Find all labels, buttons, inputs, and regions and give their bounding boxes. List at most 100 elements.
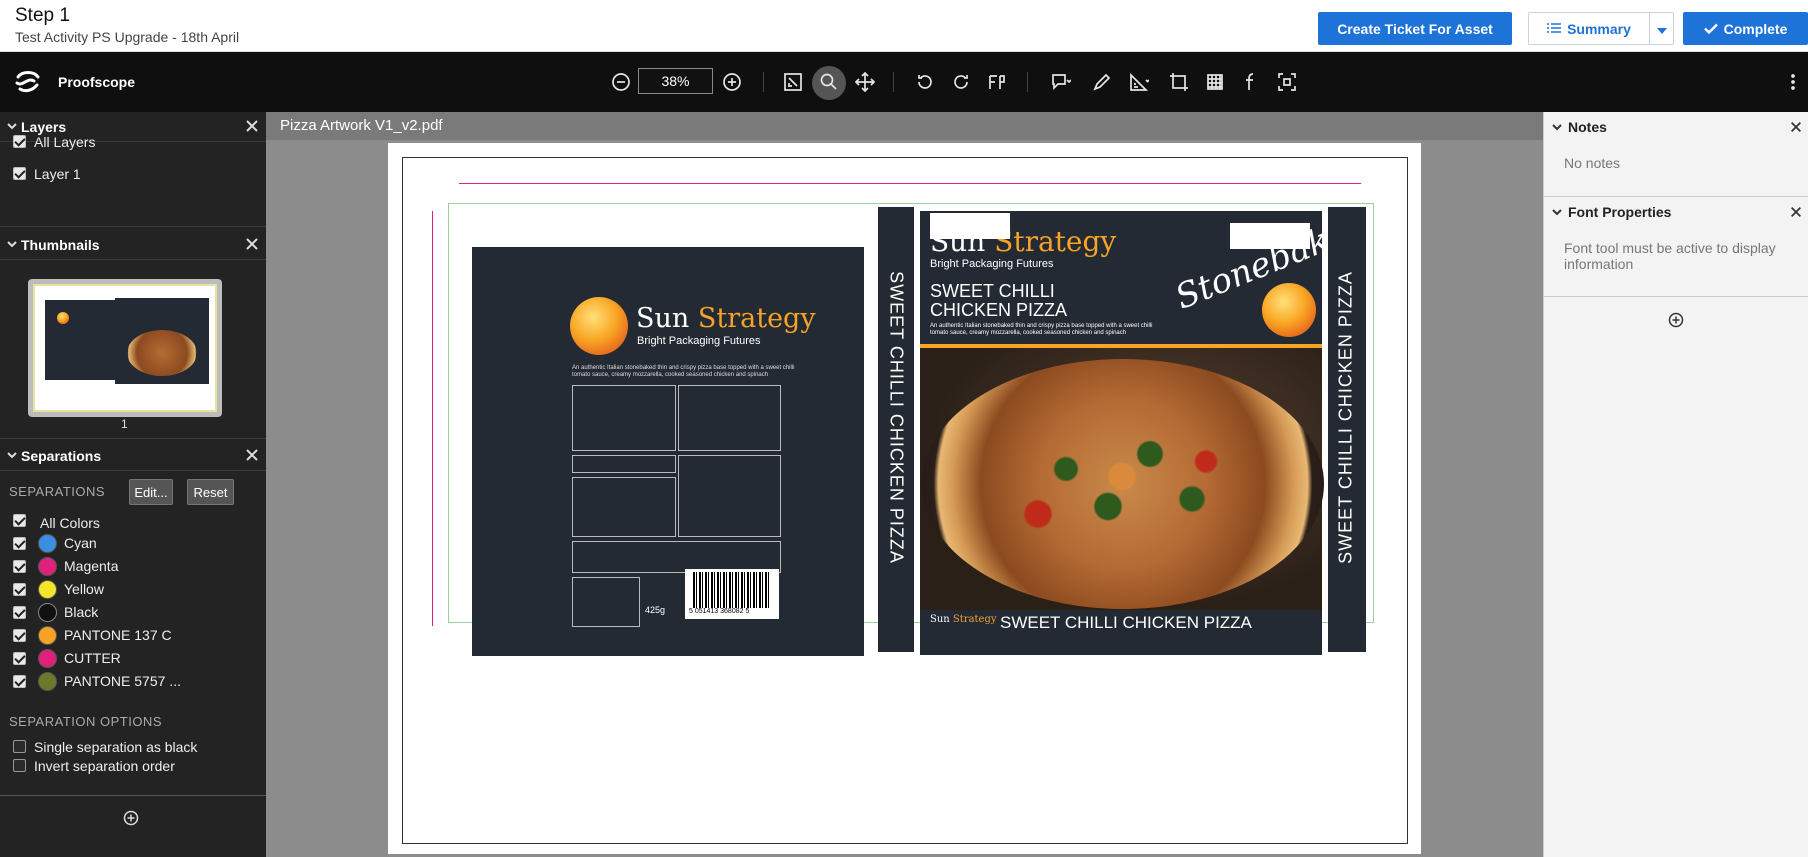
- single-separation-label: Single separation as black: [34, 739, 198, 755]
- magenta-swatch: [38, 557, 57, 576]
- bottom-brand: Sun Strategy: [930, 614, 997, 625]
- fit-page-icon[interactable]: [780, 69, 806, 95]
- back-brand-name: Sun Strategy: [636, 303, 816, 334]
- right-sidebar: Notes No notes Font Properties Font tool…: [1543, 112, 1808, 857]
- chevron-down-icon: [7, 241, 17, 248]
- summary-label: Summary: [1567, 20, 1631, 37]
- ingredients-box: [572, 385, 676, 451]
- pen-icon[interactable]: [1089, 69, 1115, 95]
- dimension-line: [432, 211, 433, 626]
- separations-panel-header[interactable]: Separations: [0, 441, 266, 471]
- brand-word-strategy: Strategy: [952, 614, 997, 625]
- panel-divider: [0, 226, 266, 227]
- separation-checkbox[interactable]: [13, 629, 26, 642]
- layer-checkbox[interactable]: [13, 135, 26, 148]
- separation-checkbox[interactable]: [13, 560, 26, 573]
- notes-empty-text: No notes: [1564, 155, 1621, 171]
- create-ticket-button[interactable]: Create Ticket For Asset: [1318, 12, 1512, 45]
- package-spine-left: SWEET CHILLI CHICKEN PIZZA: [878, 207, 914, 652]
- nutrition-table: [678, 385, 781, 451]
- edit-separations-button[interactable]: Edit...: [129, 479, 173, 505]
- layer-checkbox[interactable]: [13, 167, 26, 180]
- rotate-left-icon[interactable]: [912, 69, 938, 95]
- densitometer-icon[interactable]: [1202, 69, 1228, 95]
- thumbnails-title: Thumbnails: [21, 237, 100, 253]
- back-brand-tagline: Bright Packaging Futures: [637, 335, 761, 347]
- all-colors-checkbox[interactable]: [13, 514, 26, 527]
- flip-icon[interactable]: [984, 69, 1010, 95]
- add-panel-icon[interactable]: [1668, 312, 1684, 328]
- chevron-down-icon: [7, 452, 17, 459]
- close-icon[interactable]: [244, 236, 260, 252]
- reset-separations-button[interactable]: Reset: [187, 479, 234, 505]
- close-icon[interactable]: [244, 118, 260, 134]
- left-sidebar: Layers All Layers Layer 1 Thumbnails 1 S…: [0, 112, 266, 857]
- separation-label: Yellow: [64, 581, 104, 597]
- package-spine-right: SWEET CHILLI CHICKEN PIZZA: [1328, 207, 1366, 652]
- sun-logo: [570, 297, 628, 355]
- invert-order-checkbox[interactable]: [13, 759, 26, 772]
- chevron-down-icon: [7, 123, 17, 130]
- separation-label: PANTONE 5757 ...: [64, 673, 181, 689]
- single-separation-checkbox[interactable]: [13, 740, 26, 753]
- summary-button[interactable]: Summary: [1528, 12, 1650, 45]
- layers-title: Layers: [21, 119, 67, 135]
- chevron-down-icon: [1552, 209, 1562, 216]
- measure-icon[interactable]: [1126, 69, 1152, 95]
- separation-label: PANTONE 137 C: [64, 627, 172, 643]
- page-thumbnail[interactable]: [28, 279, 222, 417]
- pantone-5757-swatch: [38, 672, 57, 691]
- separation-checkbox[interactable]: [13, 537, 26, 550]
- thumbnails-panel-header[interactable]: Thumbnails: [0, 230, 266, 260]
- crop-box-icon[interactable]: [1166, 69, 1192, 95]
- close-icon[interactable]: [1789, 120, 1803, 134]
- package-front-panel: Sun Strategy Bright Packaging Futures SW…: [920, 204, 1374, 655]
- magnifier-icon[interactable]: [816, 69, 842, 95]
- toolbar-divider: [893, 72, 894, 92]
- separation-checkbox[interactable]: [13, 583, 26, 596]
- barcode-bars: [693, 572, 771, 608]
- separation-checkbox[interactable]: [13, 652, 26, 665]
- complete-button[interactable]: Complete: [1683, 12, 1808, 45]
- thumbnail-pizza: [127, 330, 197, 376]
- rotate-right-icon[interactable]: [948, 69, 974, 95]
- font-tool-icon[interactable]: [1237, 69, 1263, 95]
- package-back-panel: Sun Strategy Bright Packaging Futures An…: [472, 247, 864, 656]
- activity-subtitle: Test Activity PS Upgrade - 18th April: [15, 29, 240, 45]
- add-panel-icon[interactable]: [123, 810, 139, 826]
- annotation-comment-icon[interactable]: [1048, 69, 1074, 95]
- viewer-toolbar: Proofscope 38%: [0, 52, 1808, 112]
- font-properties-panel-header[interactable]: Font Properties: [1544, 197, 1808, 227]
- select-area-icon[interactable]: [1274, 69, 1300, 95]
- font-properties-title: Font Properties: [1568, 204, 1672, 220]
- document-page: Sun Strategy Bright Packaging Futures An…: [388, 143, 1421, 854]
- zoom-out-icon[interactable]: [608, 69, 634, 95]
- font-properties-message: Font tool must be active to display info…: [1564, 240, 1776, 272]
- notes-panel-header[interactable]: Notes: [1544, 112, 1808, 142]
- pizza-toppings: [982, 409, 1262, 559]
- thumbnail-sun-logo: [57, 312, 69, 324]
- front-product-line-1: SWEET CHILLI: [930, 281, 1055, 301]
- summary-dropdown-button[interactable]: [1649, 12, 1674, 45]
- zoom-in-icon[interactable]: [719, 69, 745, 95]
- separation-label: Magenta: [64, 558, 119, 574]
- proofscope-logo-icon: [14, 69, 42, 95]
- pan-icon[interactable]: [852, 69, 878, 95]
- bottom-product-name: SWEET CHILLI CHICKEN PIZZA: [1000, 613, 1252, 632]
- storage-box: [678, 455, 781, 537]
- file-name-tab: Pizza Artwork V1_v2.pdf: [266, 112, 1543, 140]
- separation-label: Cyan: [64, 535, 97, 551]
- yellow-swatch: [38, 580, 57, 599]
- close-icon[interactable]: [1789, 205, 1803, 219]
- zoom-level-input[interactable]: 38%: [638, 68, 713, 94]
- list-icon: [1547, 21, 1562, 37]
- chevron-down-icon: [1552, 124, 1562, 131]
- front-description: An authentic Italian stonebaked thin and…: [930, 323, 1153, 336]
- front-brand-tagline: Bright Packaging Futures: [930, 258, 1054, 270]
- more-options-icon[interactable]: [1780, 69, 1806, 95]
- separation-checkbox[interactable]: [13, 606, 26, 619]
- front-label-left: [930, 213, 1010, 239]
- front-sun-logo: [1262, 283, 1316, 337]
- close-icon[interactable]: [244, 447, 260, 463]
- separation-checkbox[interactable]: [13, 675, 26, 688]
